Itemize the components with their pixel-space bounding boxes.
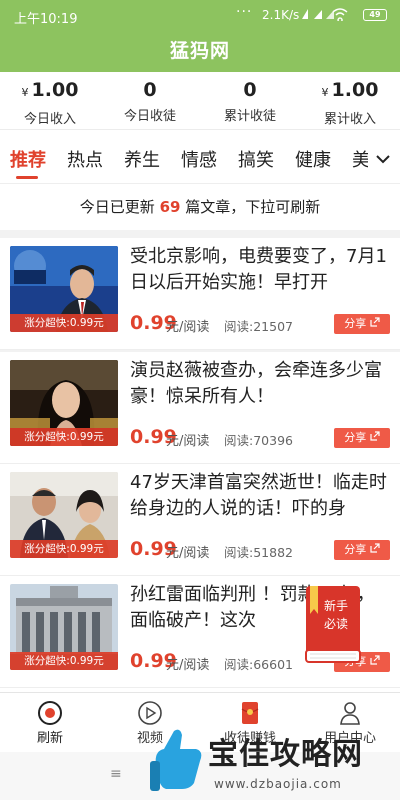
badge-line-2: 必读 (324, 617, 348, 631)
price-unit: 元/阅读 (166, 546, 210, 561)
signal-wifi-icon (302, 8, 348, 23)
beginner-guide-badge[interactable]: 新手 必读 (300, 584, 364, 664)
refresh-icon (38, 701, 62, 725)
nav-refresh[interactable]: 刷新 (0, 693, 100, 752)
stat-total-apprentices[interactable]: 0 累计收徒 (200, 72, 300, 129)
tab-hot[interactable]: 热点 (67, 146, 103, 172)
app-title: 猛犸网 (169, 40, 230, 62)
stat-value: 1.00 (31, 79, 79, 101)
watermark: 宝佳攻略网 www.dzbaojia.com (150, 725, 400, 800)
read-count: 阅读:70396 (224, 433, 293, 448)
watermark-title: 宝佳攻略网 (208, 737, 363, 772)
read-count: 阅读:21507 (224, 319, 293, 334)
article-thumbnail: 涨分超快:0.99元 (10, 584, 118, 670)
share-icon (370, 543, 380, 553)
currency-symbol: ¥ (321, 86, 329, 99)
price-unit: 元/阅读 (166, 658, 210, 673)
book-icon: 新手 必读 (305, 586, 361, 663)
status-time: 上午10:19 (14, 12, 78, 27)
active-tab-indicator (16, 176, 38, 179)
user-icon (340, 702, 360, 725)
play-icon (138, 701, 162, 725)
article-title[interactable]: 演员赵薇被查办，会牵连多少富豪！惊呆所有人！ (130, 358, 392, 410)
stat-value: 1.00 (331, 79, 379, 101)
promo-tag: 涨分超快:0.99元 (10, 540, 118, 558)
earnings-stats: ¥1.00 今日收入 0 今日收徒 0 累计收徒 ¥1.00 累计收入 (0, 72, 400, 130)
menu-icon[interactable]: ≡ (110, 766, 122, 782)
promo-tag: 涨分超快:0.99元 (10, 314, 118, 332)
stat-total-income[interactable]: ¥1.00 累计收入 (300, 72, 400, 129)
tab-health[interactable]: 健康 (295, 146, 331, 172)
divider (0, 230, 400, 238)
status-icons (300, 7, 356, 24)
share-icon (370, 317, 380, 327)
status-speed: 2.1K/s (262, 8, 300, 22)
stat-value: 0 (243, 79, 257, 101)
article-item[interactable]: 涨分超快:0.99元 受北京影响，电费要变了，7月1日以后开始实施！早打开 0.… (0, 238, 400, 350)
stat-label: 累计收徒 (223, 109, 276, 124)
stat-value: 0 (143, 79, 157, 101)
update-notice: 今日已更新 69 篇文章，下拉可刷新 (79, 198, 321, 216)
article-item[interactable]: 涨分超快:0.99元 47岁天津首富突然逝世！临走时给身边的人说的话！吓的身 0… (0, 464, 400, 576)
battery-icon: 49 (363, 9, 387, 21)
read-count: 阅读:51882 (224, 545, 293, 560)
promo-tag: 涨分超快:0.99元 (10, 652, 118, 670)
watermark-url: www.dzbaojia.com (214, 777, 342, 791)
article-title[interactable]: 47岁天津首富突然逝世！临走时给身边的人说的话！吓的身 (130, 470, 392, 522)
read-count: 阅读:66601 (224, 657, 293, 672)
price-unit: 元/阅读 (166, 320, 210, 335)
nav-label: 刷新 (36, 731, 63, 746)
app-header: 上午10:19 ··· 2.1K/s 49 猛犸网 (0, 0, 400, 72)
badge-line-1: 新手 (324, 598, 348, 613)
stat-label: 今日收入 (23, 112, 76, 127)
share-button[interactable]: 分享 (334, 314, 390, 334)
price-unit: 元/阅读 (166, 434, 210, 449)
tab-recommend[interactable]: 推荐 (10, 146, 46, 172)
chevron-down-icon (376, 155, 390, 164)
stat-today-apprentices[interactable]: 0 今日收徒 (100, 72, 200, 129)
currency-symbol: ¥ (21, 86, 29, 99)
article-thumbnail: 涨分超快:0.99元 (10, 360, 118, 446)
stat-today-income[interactable]: ¥1.00 今日收入 (0, 72, 100, 129)
share-button[interactable]: 分享 (334, 540, 390, 560)
category-tabs: 推荐 热点 养生 情感 搞笑 健康 美 (0, 138, 400, 184)
tab-health-care[interactable]: 养生 (124, 146, 160, 172)
article-thumbnail: 涨分超快:0.99元 (10, 472, 118, 558)
article-item[interactable]: 涨分超快:0.99元 演员赵薇被查办，会牵连多少富豪！惊呆所有人！ 0.99 元… (0, 352, 400, 464)
status-bar: 上午10:19 ··· 2.1K/s 49 (0, 0, 400, 30)
tab-emotion[interactable]: 情感 (181, 146, 217, 172)
share-icon (370, 655, 380, 665)
tab-more-button[interactable] (368, 144, 398, 174)
share-icon (370, 431, 380, 441)
tab-funny[interactable]: 搞笑 (238, 146, 274, 172)
article-title[interactable]: 受北京影响，电费要变了，7月1日以后开始实施！早打开 (130, 244, 392, 296)
stat-label: 今日收徒 (123, 109, 176, 124)
promo-tag: 涨分超快:0.99元 (10, 428, 118, 446)
thumbs-up-logo-icon (150, 729, 202, 791)
article-thumbnail: 涨分超快:0.99元 (10, 246, 118, 332)
red-envelope-icon (241, 702, 259, 724)
share-button[interactable]: 分享 (334, 428, 390, 448)
status-dots: ··· (236, 4, 253, 20)
stat-label: 累计收入 (323, 112, 376, 127)
article-count: 69 (159, 198, 181, 216)
